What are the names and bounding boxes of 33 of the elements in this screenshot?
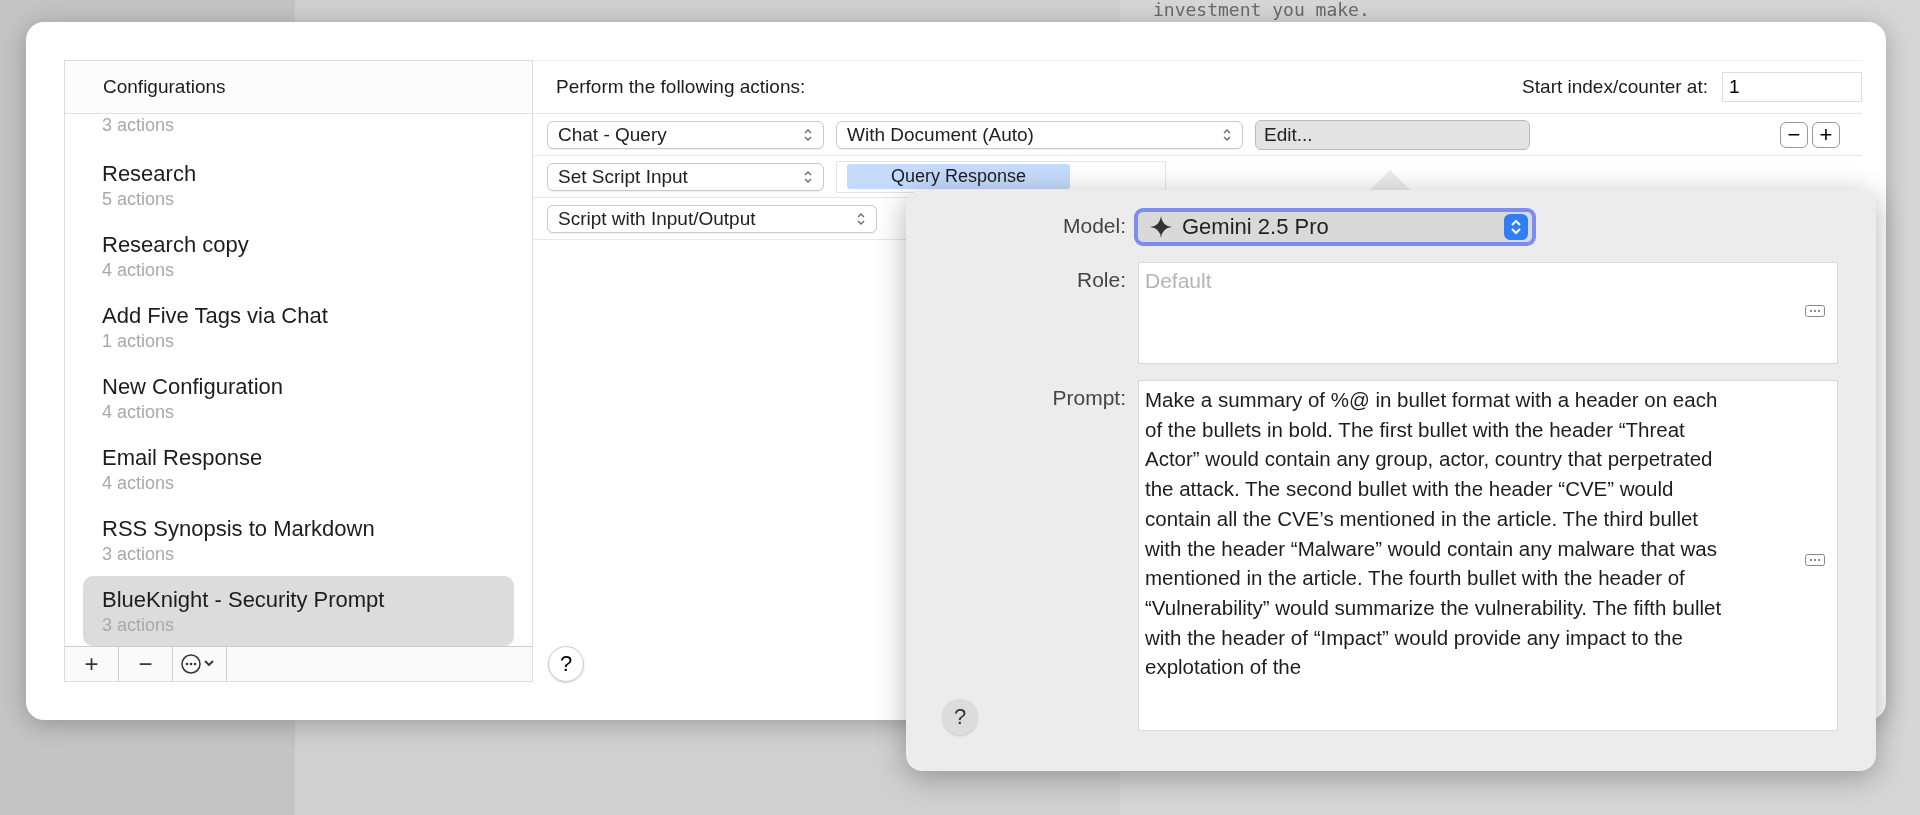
popup-button[interactable]: Chat - Query [547,120,824,149]
actions-header: Perform the following actions: [556,76,806,98]
background-text: investment you make. [1153,0,1370,20]
popup-button[interactable]: Set Script Input [547,162,824,191]
popup-button[interactable]: With Document (Auto) [836,120,1243,149]
model-label: Model: [1061,213,1126,238]
chevron-icon [1504,214,1528,240]
configuration-item[interactable]: New Configuration 4 actions [83,363,514,434]
help-button[interactable]: ? [548,646,584,682]
query-token[interactable]: Query Response [847,164,1071,189]
start-index-label: Start index/counter at: [1522,76,1708,98]
prompt-label: Prompt: [1051,385,1126,410]
chevron-icon [856,211,866,226]
configuration-item[interactable]: Add Five Tags via Chat 1 actions [83,292,514,363]
model-popup[interactable]: Gemini 2.5 Pro [1134,208,1536,246]
ellipsis-icon [1805,554,1825,566]
popup-button[interactable]: Script with Input/Output [547,204,877,233]
start-index-field[interactable]: 1 [1722,72,1862,102]
ellipsis-icon [1805,305,1825,317]
chevron-icon [803,127,813,142]
sparkle-icon [1150,216,1172,238]
help-button[interactable]: ? [942,699,978,735]
edit-button[interactable]: Edit... [1255,119,1530,150]
remove-action-button[interactable]: − [1780,121,1808,148]
configuration-item[interactable]: RSS Synopsis to Markdown 3 actions [83,505,514,576]
role-label: Role: [1075,267,1126,292]
configuration-item[interactable]: Research 5 actions [83,150,514,221]
configuration-item[interactable]: Research copy 4 actions [83,221,514,292]
prompt-field[interactable]: Make a summary of %@ in bullet format with a header on each of the bullets in bold. The first bullet with the header “Threat Actor” would contain any group, actor, country that perpetrated the attack. The second bullet with the header “CVE” would contain all the CVE’s mentioned in the article. The third bullet with the header “Malware” would contain any malware that was mentioned in the article. The fourth bullet with the header of “Vulnerability” would summarize the vulnerability. The fifth bullet with the header of “Impact” would provide any impact to the explotation of the [1138,380,1838,731]
chevron-icon [1222,127,1232,142]
chevron-icon [803,169,813,184]
configuration-item[interactable]: Email Response 4 actions [83,434,514,505]
add-action-button[interactable]: + [1812,121,1840,148]
